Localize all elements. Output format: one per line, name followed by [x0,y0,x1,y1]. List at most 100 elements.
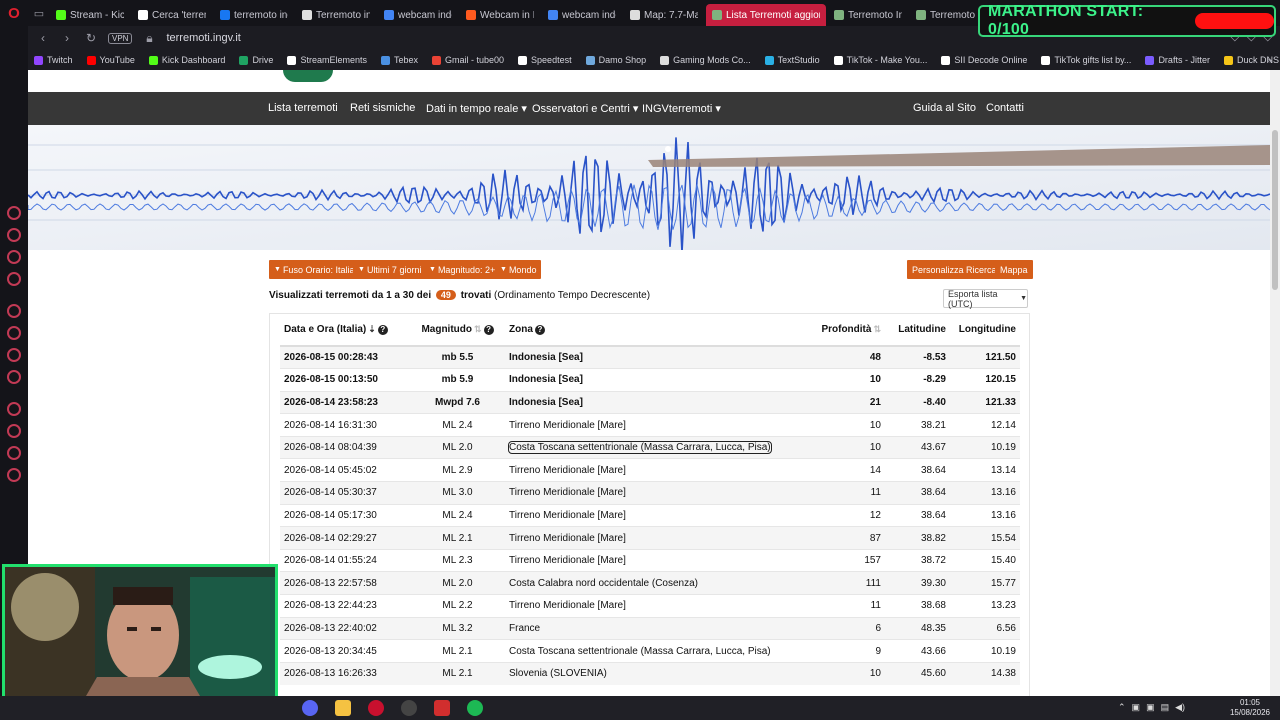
cell-zone[interactable]: Tirreno Meridionale [Mare] [505,526,815,550]
table-row[interactable]: 2026-08-14 01:55:24 ML 2.3 Tirreno Meridio… [280,548,1020,572]
sidebar-app-icon[interactable] [7,206,21,220]
browser-tab[interactable]: terremoto indo [214,4,294,26]
bookmark-item[interactable]: StreamElements [287,55,367,65]
cell-zone-text[interactable]: Indonesia [Sea] [509,397,583,408]
discord-icon[interactable] [302,700,318,716]
bookmark-item[interactable]: Damo Shop [585,55,646,65]
table-row[interactable]: 2026-08-13 20:34:45 ML 2.1 Costa Toscana s… [280,639,1020,663]
sidebar-app-icon[interactable] [7,272,21,286]
cell-zone[interactable]: Tirreno Meridionale [Mare] [505,548,815,572]
cell-zone[interactable]: Tirreno Meridionale [Mare] [505,481,815,505]
nav-lista-terremoti[interactable]: Lista terremoti [268,102,338,114]
browser-tab[interactable]: Map: 7.7-Mag [624,4,704,26]
tray-app-icon[interactable]: ▣ [1146,702,1155,713]
cell-zone-text[interactable]: Tirreno Meridionale [Mare] [509,510,626,521]
browser-tab[interactable]: webcam indon [378,4,458,26]
bookmark-item[interactable]: Drafts - Jitter [1145,55,1210,65]
table-row[interactable]: 2026-08-13 16:26:33 ML 2.1 Slovenia (SLOVE… [280,661,1020,685]
tray-app-icon[interactable]: ▣ [1132,702,1141,713]
sidebar-app-icon[interactable] [7,348,21,362]
bookmarks-overflow-icon[interactable]: » [1267,55,1272,65]
column-header-magnitude[interactable]: Magnitudo ⇅? [410,314,505,347]
spotify-icon[interactable] [467,700,483,716]
column-header-lon[interactable]: Longitudine [950,314,1020,347]
cell-zone[interactable]: Tirreno Meridionale [Mare] [505,458,815,482]
bookmark-item[interactable]: Drive [239,55,273,65]
cell-zone[interactable]: France [505,616,815,640]
sidebar-app-icon[interactable] [7,446,21,460]
table-row[interactable]: 2026-08-14 05:17:30 ML 2.4 Tirreno Meridio… [280,503,1020,527]
app-icon[interactable] [434,700,450,716]
table-row[interactable]: 2026-08-13 22:40:02 ML 3.2 France 6 48.35 6.5… [280,616,1020,640]
bookmark-item[interactable]: Tebex [380,55,418,65]
reload-icon[interactable]: ↻ [84,31,98,45]
info-icon[interactable]: ? [483,325,494,335]
cell-zone[interactable]: Indonesia [Sea] [505,390,815,414]
network-icon[interactable]: ▤ [1161,702,1170,713]
cell-zone-text[interactable]: Indonesia [Sea] [509,374,583,385]
bookmark-item[interactable]: SII Decode Online [941,55,1027,65]
browser-tab[interactable]: Terremoto Indo [828,4,908,26]
cell-zone-text[interactable]: Slovenia (SLOVENIA) [509,668,607,679]
table-row[interactable]: 2026-08-14 05:45:02 ML 2.9 Tirreno Meridio… [280,458,1020,482]
browser-tab[interactable]: Cerca 'terremo [132,4,212,26]
clock[interactable]: 01:05 15/08/2026 [1230,698,1270,718]
table-row[interactable]: 2026-08-14 16:31:30 ML 2.4 Tirreno Meridio… [280,413,1020,437]
sort-desc-icon[interactable]: ⇣ [368,324,376,334]
opera-logo-icon[interactable]: O [0,0,28,26]
back-icon[interactable]: ‹ [36,31,50,45]
obs-icon[interactable] [401,700,417,716]
bookmark-item[interactable]: Kick Dashboard [148,55,225,65]
nav-guida[interactable]: Guida al Sito [913,102,976,114]
opera-taskbar-icon[interactable] [368,700,384,716]
cell-zone-text[interactable]: Costa Toscana settentrionale (Massa Carr… [509,646,771,657]
export-list-dropdown[interactable]: Esporta lista (UTC) ▼ [943,289,1028,309]
table-row[interactable]: 2026-08-14 08:04:39 ML 2.0 Costa Toscana s… [280,435,1020,459]
sidebar-app-icon[interactable] [7,304,21,318]
browser-tab[interactable]: Lista Terremoti aggiornata [706,4,826,26]
cell-zone[interactable]: Tirreno Meridionale [Mare] [505,503,815,527]
column-header-zone[interactable]: Zona? [505,314,815,347]
cell-zone-text[interactable]: Tirreno Meridionale [Mare] [509,600,626,611]
volume-icon[interactable]: ◀) [1175,702,1185,713]
bookmark-item[interactable]: Speedtest [518,55,572,65]
nav-osservatori[interactable]: Osservatori e Centri ▾ [532,102,638,115]
sort-icon[interactable]: ⇅ [474,324,482,334]
table-row[interactable]: 2026-08-13 22:44:23 ML 2.2 Tirreno Meridio… [280,594,1020,618]
table-row[interactable]: 2026-08-14 05:30:37 ML 3.0 Tirreno Meridio… [280,481,1020,505]
cell-zone-text[interactable]: Tirreno Meridionale [Mare] [509,555,626,566]
cell-zone[interactable]: Tirreno Meridionale [Mare] [505,594,815,618]
cell-zone[interactable]: Costa Toscana settentrionale (Massa Carr… [505,435,815,459]
cell-zone[interactable]: Slovenia (SLOVENIA) [505,661,815,685]
bookmark-item[interactable]: YouTube [86,55,135,65]
cell-zone[interactable]: Tirreno Meridionale [Mare] [505,413,815,437]
column-header-lat[interactable]: Latitudine [885,314,950,347]
cell-zone[interactable]: Costa Toscana settentrionale (Massa Carr… [505,639,815,663]
file-explorer-icon[interactable] [335,700,351,716]
sidebar-settings-icon[interactable] [7,468,21,482]
lock-icon[interactable]: 🔒︎ [142,31,156,46]
nav-reti-sismiche[interactable]: Reti sismiche [350,102,415,114]
filter-magnitude-button[interactable]: ▼ Magnitudo: 2+ [424,260,501,279]
info-icon[interactable]: ? [377,325,388,335]
bookmark-item[interactable]: Gaming Mods Co... [660,55,751,65]
ingv-logo[interactable] [283,70,333,82]
cell-zone-text[interactable]: France [509,623,540,634]
bookmark-item[interactable]: Twitch [34,55,73,65]
personalizza-ricerca-button[interactable]: Personalizza Ricerca [907,260,1002,279]
tab-islands-icon[interactable]: ▭ [28,7,50,20]
sidebar-app-icon[interactable] [7,326,21,340]
nav-contatti[interactable]: Contatti [986,102,1024,114]
cell-zone-text[interactable]: Costa Calabra nord occidentale (Cosenza) [509,578,698,589]
table-row[interactable]: 2026-08-14 23:58:23 Mwpd 7.6 Indonesia [Se… [280,390,1020,414]
cell-zone-text[interactable]: Tirreno Meridionale [Mare] [509,487,626,498]
bookmark-item[interactable]: Gmail - tube00 [432,55,504,65]
mappa-button[interactable]: Mappa [995,260,1033,279]
page-scrollbar[interactable] [1270,70,1280,696]
bookmark-item[interactable]: TikTok gifts list by... [1041,55,1131,65]
cell-zone-text[interactable]: Tirreno Meridionale [Mare] [509,533,626,544]
table-row[interactable]: 2026-08-15 00:13:50 mb 5.9 Indonesia [Sea]… [280,368,1020,392]
chevron-up-icon[interactable]: ⌃ [1118,702,1126,713]
sidebar-app-icon[interactable] [7,402,21,416]
vpn-badge[interactable]: VPN [108,32,133,44]
